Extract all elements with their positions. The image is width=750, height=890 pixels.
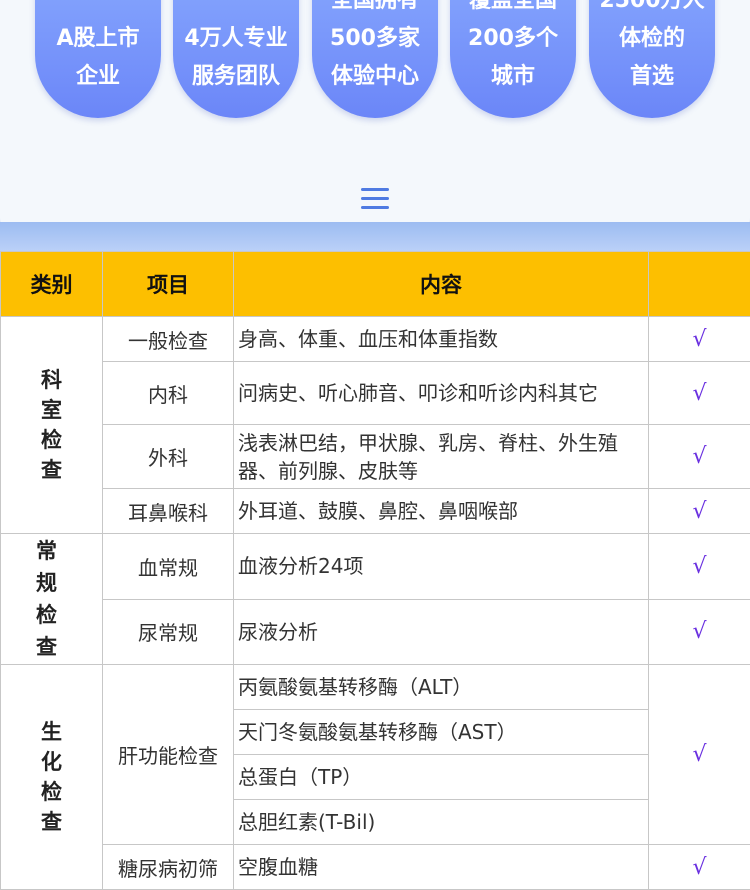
table-row: 耳鼻喉科 外耳道、鼓膜、鼻腔、鼻咽喉部 √ bbox=[1, 489, 750, 534]
stat-line: 体验中心 bbox=[312, 58, 438, 96]
item-cell: 血常规 bbox=[103, 534, 234, 600]
table-row: 尿常规 尿液分析 √ bbox=[1, 599, 750, 665]
content-cell: 尿液分析 bbox=[234, 599, 649, 665]
stat-pill-staff: 4万人专业 服务团队 bbox=[173, 0, 299, 118]
header-category: 类别 bbox=[1, 252, 103, 317]
item-cell: 糖尿病初筛 bbox=[103, 845, 234, 890]
checkup-items-table: 类别 项目 内容 科室检查 一般检查 身高、体重、血压和体重指数 √ 内科 问病… bbox=[0, 251, 750, 890]
content-cell: 血液分析24项 bbox=[234, 534, 649, 600]
stat-pill-cities: 覆盖全国 200多个 城市 bbox=[450, 0, 576, 118]
stats-card: A股上市 企业 4万人专业 服务团队 全国拥有 500多家 体验中心 覆盖全国 … bbox=[0, 0, 750, 232]
header-item: 项目 bbox=[103, 252, 234, 317]
table-row: 内科 问病史、听心肺音、叩诊和听诊内科其它 √ bbox=[1, 362, 750, 425]
content-cell: 丙氨酸氨基转移酶（ALT） bbox=[234, 665, 649, 710]
content-cell: 空腹血糖 bbox=[234, 845, 649, 890]
check-mark-icon: √ bbox=[649, 317, 750, 362]
stat-line: A股上市 bbox=[35, 20, 161, 58]
check-mark-icon: √ bbox=[649, 362, 750, 425]
content-cell: 外耳道、鼓膜、鼻腔、鼻咽喉部 bbox=[234, 489, 649, 534]
stat-pill-centers: 全国拥有 500多家 体验中心 bbox=[312, 0, 438, 118]
item-cell: 耳鼻喉科 bbox=[103, 489, 234, 534]
table-header-row: 类别 项目 内容 bbox=[1, 252, 750, 317]
header-included bbox=[649, 252, 750, 317]
item-cell: 内科 bbox=[103, 362, 234, 425]
table-row: 生化检查 肝功能检查 丙氨酸氨基转移酶（ALT） √ bbox=[1, 665, 750, 710]
content-cell: 总胆红素(T-Bil) bbox=[234, 800, 649, 845]
stat-line: 首选 bbox=[589, 58, 715, 96]
check-mark-icon: √ bbox=[649, 534, 750, 600]
stat-line: 2500万人 bbox=[589, 0, 715, 20]
stat-line: 体检的 bbox=[589, 20, 715, 58]
category-changgui: 常规检查 bbox=[1, 534, 103, 665]
content-cell: 总蛋白（TP） bbox=[234, 755, 649, 800]
table-row: 常规检查 血常规 血液分析24项 √ bbox=[1, 534, 750, 600]
content-cell: 天门冬氨酸氨基转移酶（AST） bbox=[234, 710, 649, 755]
stat-pill-listed: A股上市 企业 bbox=[35, 0, 161, 118]
stat-pill-users: 2500万人 体检的 首选 bbox=[589, 0, 715, 118]
section-divider-band bbox=[0, 222, 750, 252]
category-shenghua: 生化检查 bbox=[1, 665, 103, 890]
check-mark-icon: √ bbox=[649, 599, 750, 665]
table-row: 糖尿病初筛 空腹血糖 √ bbox=[1, 845, 750, 890]
stat-line: 500多家 bbox=[312, 20, 438, 58]
content-cell: 身高、体重、血压和体重指数 bbox=[234, 317, 649, 362]
category-keshi: 科室检查 bbox=[1, 317, 103, 534]
item-cell: 肝功能检查 bbox=[103, 665, 234, 845]
header-content: 内容 bbox=[234, 252, 649, 317]
content-cell: 浅表淋巴结，甲状腺、乳房、脊柱、外生殖器、前列腺、皮肤等 bbox=[234, 425, 649, 489]
stat-line: 全国拥有 bbox=[312, 0, 438, 20]
check-mark-icon: √ bbox=[649, 665, 750, 845]
hamburger-menu-icon[interactable] bbox=[361, 188, 389, 210]
stat-line: 4万人专业 bbox=[173, 20, 299, 58]
stat-line: 企业 bbox=[35, 58, 161, 96]
item-cell: 一般检查 bbox=[103, 317, 234, 362]
stat-line: 覆盖全国 bbox=[450, 0, 576, 20]
check-mark-icon: √ bbox=[649, 845, 750, 890]
stat-line: 200多个 bbox=[450, 20, 576, 58]
check-mark-icon: √ bbox=[649, 489, 750, 534]
check-mark-icon: √ bbox=[649, 425, 750, 489]
item-cell: 尿常规 bbox=[103, 599, 234, 665]
stat-line: 服务团队 bbox=[173, 58, 299, 96]
table-row: 外科 浅表淋巴结，甲状腺、乳房、脊柱、外生殖器、前列腺、皮肤等 √ bbox=[1, 425, 750, 489]
item-cell: 外科 bbox=[103, 425, 234, 489]
content-cell: 问病史、听心肺音、叩诊和听诊内科其它 bbox=[234, 362, 649, 425]
stat-line: 城市 bbox=[450, 58, 576, 96]
table-row: 科室检查 一般检查 身高、体重、血压和体重指数 √ bbox=[1, 317, 750, 362]
